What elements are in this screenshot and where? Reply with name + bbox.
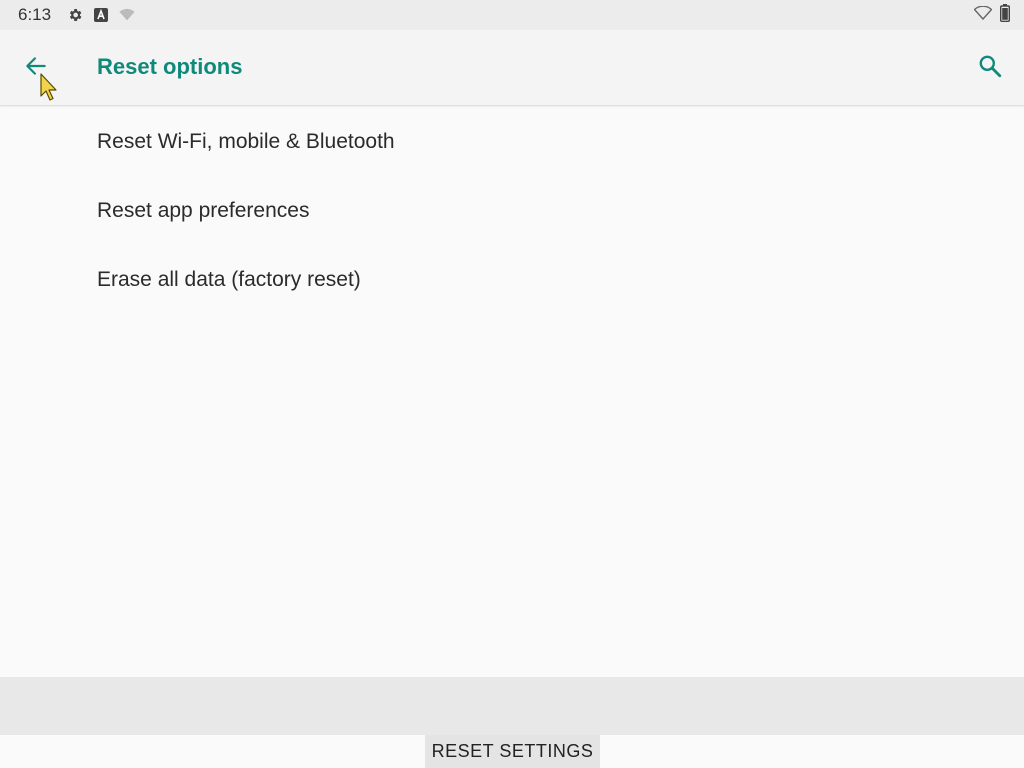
factory-reset-item[interactable]: Erase all data (factory reset): [0, 245, 1024, 314]
reset-settings-button[interactable]: RESET SETTINGS: [425, 735, 600, 768]
status-bar: 6:13: [0, 0, 1024, 30]
wifi-off-icon: [119, 7, 135, 23]
list-item-label: Reset Wi-Fi, mobile & Bluetooth: [97, 129, 395, 153]
battery-icon: [999, 3, 1011, 27]
search-icon: [977, 53, 1003, 84]
bottom-panel: [0, 677, 1024, 735]
settings-icon: [67, 7, 83, 23]
page-title: Reset options: [97, 54, 243, 79]
reset-wifi-mobile-bluetooth-item[interactable]: Reset Wi-Fi, mobile & Bluetooth: [0, 107, 1024, 176]
reset-options-list: Reset Wi-Fi, mobile & Bluetooth Reset ap…: [0, 107, 1024, 314]
app-bar: Reset options: [0, 30, 1024, 106]
list-item-label: Erase all data (factory reset): [97, 267, 361, 291]
reset-app-preferences-item[interactable]: Reset app preferences: [0, 176, 1024, 245]
status-time: 6:13: [18, 5, 52, 24]
wifi-icon: [973, 5, 993, 25]
mouse-cursor-icon: [40, 73, 57, 101]
search-button[interactable]: [968, 48, 1012, 88]
list-item-label: Reset app preferences: [97, 198, 310, 222]
bottom-button-bar: RESET SETTINGS: [0, 735, 1024, 768]
a-box-icon: [93, 7, 109, 23]
